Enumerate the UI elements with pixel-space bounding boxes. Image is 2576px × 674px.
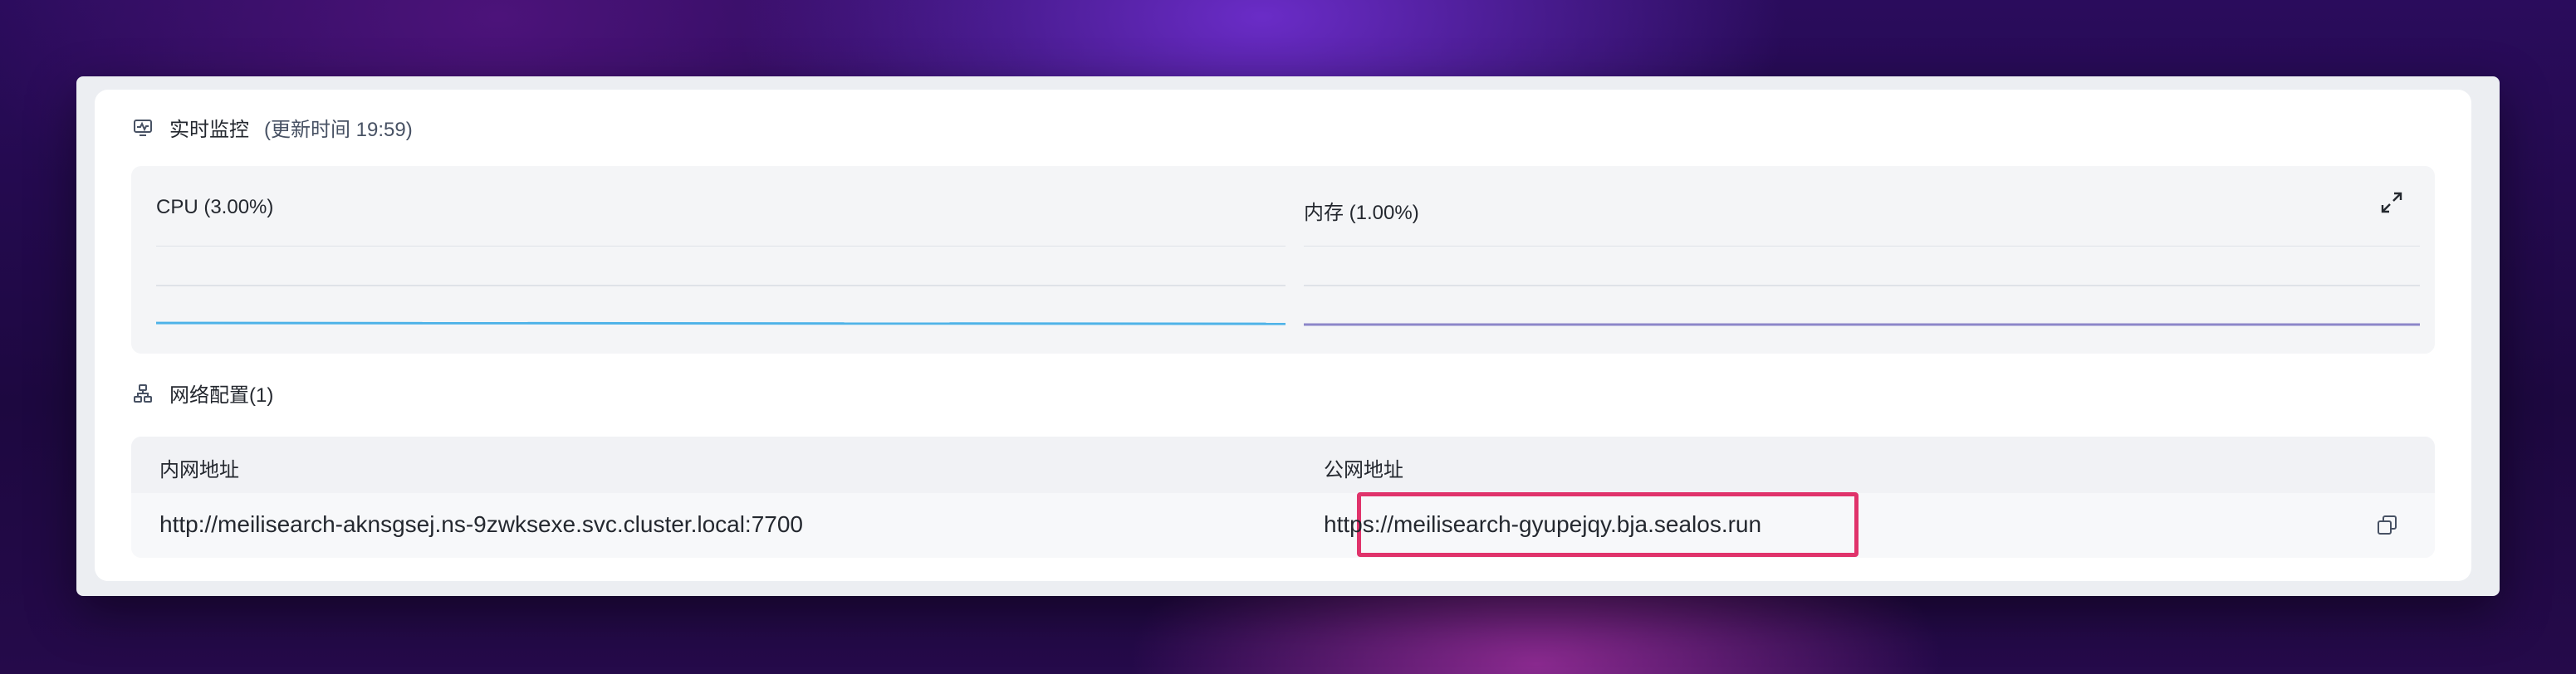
monitor-update-time: (更新时间 19:59) bbox=[264, 119, 413, 141]
cpu-series-line bbox=[156, 321, 1286, 325]
network-title: 网络配置(1) bbox=[169, 384, 274, 407]
cpu-chart-svg bbox=[156, 246, 1286, 325]
column-public-address: 公网地址 bbox=[1324, 459, 1403, 481]
expand-icon bbox=[2381, 192, 2402, 213]
internal-address[interactable]: http://meilisearch-aknsgsej.ns-9zwksexe.… bbox=[159, 511, 803, 538]
cpu-label: CPU (3.00%) bbox=[156, 196, 274, 218]
expand-button[interactable] bbox=[2377, 188, 2407, 217]
copy-button[interactable] bbox=[2375, 513, 2400, 538]
table-row: http://meilisearch-aknsgsej.ns-9zwksexe.… bbox=[131, 492, 2435, 558]
column-internal-address: 内网地址 bbox=[159, 459, 239, 481]
monitor-panel: CPU (3.00%) 内存 (1.00%) bbox=[131, 166, 2435, 354]
cpu-chart: CPU (3.00%) bbox=[156, 166, 1286, 354]
monitor-header: 实时监控 (更新时间 19:59) bbox=[131, 113, 413, 142]
detail-card: 实时监控 (更新时间 19:59) CPU (3.00%) 内存 (1.00%) bbox=[95, 90, 2471, 581]
memory-label: 内存 (1.00%) bbox=[1304, 202, 1419, 224]
monitor-title: 实时监控 bbox=[169, 119, 249, 141]
monitor-icon bbox=[131, 116, 154, 139]
network-icon bbox=[131, 382, 154, 405]
network-header: 网络配置(1) bbox=[131, 379, 273, 408]
app-window: 实时监控 (更新时间 19:59) CPU (3.00%) 内存 (1.00%) bbox=[76, 76, 2500, 596]
copy-icon bbox=[2378, 515, 2397, 535]
memory-chart-svg bbox=[1304, 246, 2420, 326]
network-table: 内网地址 公网地址 http://meilisearch-aknsgsej.ns… bbox=[131, 437, 2435, 558]
memory-chart: 内存 (1.00%) bbox=[1304, 166, 2433, 354]
table-header: 内网地址 公网地址 bbox=[131, 437, 2435, 493]
public-address-link[interactable]: https://meilisearch-gyupejqy.bja.sealos.… bbox=[1324, 511, 1761, 538]
